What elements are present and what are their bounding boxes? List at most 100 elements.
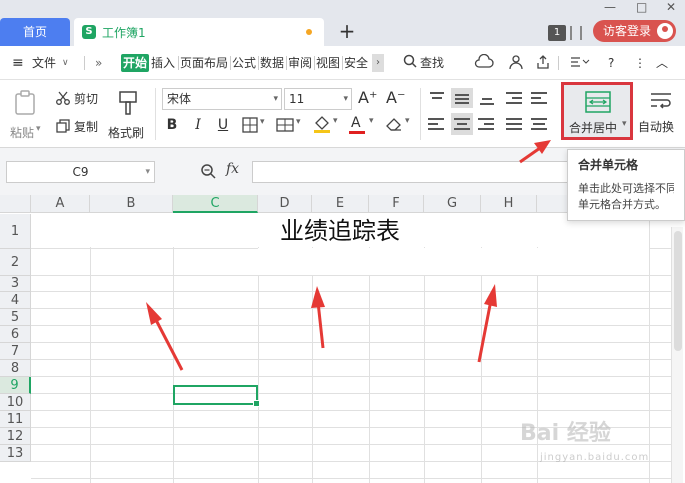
select-all-corner[interactable] (0, 195, 31, 213)
menu-divider (230, 56, 231, 70)
row-header-3[interactable]: 3 (0, 276, 31, 292)
row-header-7[interactable]: 7 (0, 343, 31, 360)
share-icon[interactable] (535, 54, 551, 72)
align-bottom-button[interactable] (478, 90, 496, 106)
format-painter-button[interactable]: 格式刷 (108, 88, 148, 144)
font-name-select[interactable]: 宋体 ▾ (162, 88, 282, 110)
row-header-8[interactable]: 8 (0, 360, 31, 377)
row-header-1[interactable]: 1 (0, 214, 31, 249)
row-header-13[interactable]: 13 (0, 445, 31, 462)
guest-login-button[interactable]: 访客登录 (593, 20, 676, 42)
close-button[interactable]: ✕ (666, 0, 676, 14)
align-center-button[interactable] (451, 113, 473, 135)
font-color-button[interactable]: A ▾ (349, 115, 379, 135)
insert-function-button[interactable]: fx (226, 161, 239, 177)
column-header-f[interactable]: F (369, 195, 424, 213)
align-middle-button[interactable] (451, 88, 473, 108)
tab-security[interactable]: 安全 (344, 54, 368, 72)
tab-review[interactable]: 审阅 (288, 54, 312, 72)
more-tabs-button[interactable]: » (95, 54, 102, 72)
tab-home[interactable]: 首页 (0, 18, 70, 46)
window-count-badge[interactable]: 1 (548, 25, 566, 41)
cut-button[interactable]: 剪切 (56, 88, 104, 108)
column-header-h[interactable]: H (481, 195, 537, 213)
formula-input[interactable] (252, 161, 572, 183)
auto-wrap-button[interactable]: 自动换 (637, 88, 685, 142)
column-header-a[interactable]: A (31, 195, 90, 213)
decrease-font-button[interactable]: A⁻ (386, 88, 405, 107)
justify-button[interactable] (506, 116, 524, 132)
search-icon[interactable] (403, 54, 417, 72)
bold-button[interactable]: B (164, 116, 180, 134)
column-header-b[interactable]: B (90, 195, 173, 213)
menu-divider (84, 56, 85, 70)
file-menu[interactable]: 文件 (32, 54, 56, 72)
column-header-c[interactable]: C (173, 195, 258, 213)
hamburger-icon[interactable]: ≡ (12, 54, 24, 72)
align-left-button[interactable] (428, 116, 446, 132)
new-tab-button[interactable]: + (337, 19, 357, 43)
column-header-d[interactable]: D (258, 195, 312, 213)
align-top-button[interactable] (428, 90, 446, 106)
cell-style-button[interactable]: ▾ (276, 117, 306, 135)
help-button[interactable]: ? (608, 54, 614, 72)
zoom-search-icon[interactable] (200, 163, 216, 182)
clear-format-button[interactable]: ▾ (385, 116, 415, 134)
tab-workbook1[interactable]: S 工作簿1 (74, 18, 324, 46)
fill-color-button[interactable]: ▾ (313, 115, 343, 135)
tab-start[interactable]: 开始 (121, 54, 150, 72)
name-box[interactable]: C9 ▾ (6, 161, 155, 183)
distributed-align-button[interactable] (531, 116, 549, 132)
menu-divider (178, 56, 179, 70)
tab-view[interactable]: 视图 (316, 54, 340, 72)
grid-column-line (173, 214, 174, 483)
tab-data[interactable]: 数据 (260, 54, 284, 72)
grid-row-line (31, 342, 671, 343)
align-right-button[interactable] (478, 116, 496, 132)
history-icon[interactable] (568, 54, 590, 72)
row-header-5[interactable]: 5 (0, 309, 31, 326)
row-header-12[interactable]: 12 (0, 428, 31, 445)
row-header-9[interactable]: 9 (0, 377, 31, 394)
increase-indent-button[interactable] (531, 90, 549, 106)
paste-button[interactable]: 粘贴 ▾ (10, 88, 41, 144)
merge-center-button[interactable]: 合并居中 ▾ (561, 82, 633, 140)
copy-button[interactable]: 复制 (56, 116, 104, 136)
column-header-g[interactable]: G (424, 195, 481, 213)
tab-page-layout[interactable]: 页面布局 (180, 54, 228, 72)
selected-cell-c9[interactable] (173, 385, 260, 407)
decrease-indent-button[interactable] (506, 90, 524, 106)
italic-button[interactable]: I (190, 116, 206, 134)
chevron-down-icon: ▾ (145, 167, 150, 177)
tab-formula[interactable]: 公式 (232, 54, 256, 72)
collapse-ribbon-icon[interactable]: ︿ (656, 54, 668, 72)
collaborate-icon[interactable] (508, 54, 524, 72)
font-size-select[interactable]: 11 ▾ (284, 88, 352, 110)
scroll-tabs-button[interactable]: › (372, 54, 384, 72)
merged-cell-d2[interactable] (258, 248, 649, 275)
merge-cells-tooltip: 合并单元格 单击此处可选择不同 单元格合并方式。 (567, 149, 685, 221)
more-options-icon[interactable]: ⋮ (634, 54, 646, 72)
maximize-button[interactable]: □ (636, 0, 647, 14)
row-header-11[interactable]: 11 (0, 411, 31, 428)
row-header-2[interactable]: 2 (0, 249, 31, 276)
grid-row-line (31, 359, 671, 360)
row-header-10[interactable]: 10 (0, 394, 31, 411)
search-label[interactable]: 查找 (420, 54, 444, 72)
scrollbar-thumb[interactable] (674, 231, 682, 351)
tab-insert[interactable]: 插入 (151, 54, 175, 72)
cloud-icon[interactable] (474, 53, 494, 72)
ribbon-divider (420, 88, 421, 140)
grid-row-line (31, 291, 671, 292)
wrap-text-icon (651, 93, 671, 109)
vertical-scrollbar[interactable] (671, 227, 683, 483)
increase-font-button[interactable]: A⁺ (358, 88, 377, 107)
chevron-down-icon[interactable]: ∨ (62, 54, 69, 72)
row-header-6[interactable]: 6 (0, 326, 31, 343)
minimize-button[interactable]: — (604, 0, 616, 14)
column-header-e[interactable]: E (312, 195, 369, 213)
underline-button[interactable]: U (215, 116, 231, 134)
border-button[interactable]: ▾ (242, 117, 270, 135)
row-header-4[interactable]: 4 (0, 292, 31, 309)
apps-icon[interactable] (570, 26, 582, 40)
